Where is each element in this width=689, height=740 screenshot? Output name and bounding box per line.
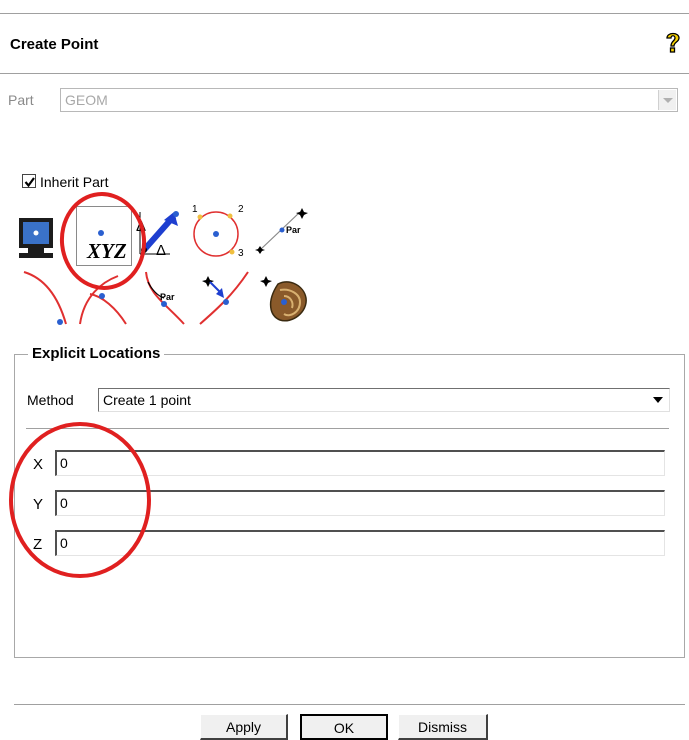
apply-button[interactable]: Apply (200, 714, 288, 740)
coordinates-annotation-circle (9, 422, 151, 578)
circle-point-3-label: 3 (238, 248, 244, 259)
three-point-circle-icon[interactable]: 1 2 3 (188, 204, 244, 264)
part-dropdown-arrow-icon[interactable] (658, 90, 676, 110)
explicit-locations-title: Explicit Locations (28, 345, 165, 362)
dismiss-button[interactable]: Dismiss (398, 714, 488, 740)
par-label-line: Par (286, 225, 301, 235)
method-select[interactable]: Create 1 point (98, 388, 670, 412)
part-label: Part (8, 92, 34, 108)
method-label: Method (27, 392, 74, 408)
screen-select-icon[interactable] (14, 212, 60, 262)
circle-point-1-label: 1 (192, 204, 198, 215)
method-dropdown-arrow-icon[interactable] (649, 391, 667, 409)
part-select[interactable]: GEOM (60, 88, 678, 112)
inherit-part-checkbox[interactable] (22, 174, 36, 188)
method-value: Create 1 point (103, 392, 191, 408)
ok-button[interactable]: OK (300, 714, 388, 740)
delta-label-horizontal: Δ (156, 242, 167, 259)
help-icon[interactable] (662, 30, 684, 56)
top-separator (0, 13, 689, 14)
part-value: GEOM (65, 92, 108, 108)
circle-point-2-label: 2 (238, 204, 244, 215)
project-to-surface-icon[interactable] (256, 272, 312, 328)
window-title: Create Point (10, 36, 99, 53)
bottom-separator (14, 704, 685, 705)
project-to-curve-icon[interactable] (196, 270, 252, 328)
title-separator (0, 73, 689, 74)
parameter-along-line-icon[interactable]: Par (250, 204, 310, 264)
xyz-annotation-circle (59, 192, 147, 290)
checkmark-icon (24, 177, 35, 188)
par-label-curve: Par (160, 292, 175, 302)
